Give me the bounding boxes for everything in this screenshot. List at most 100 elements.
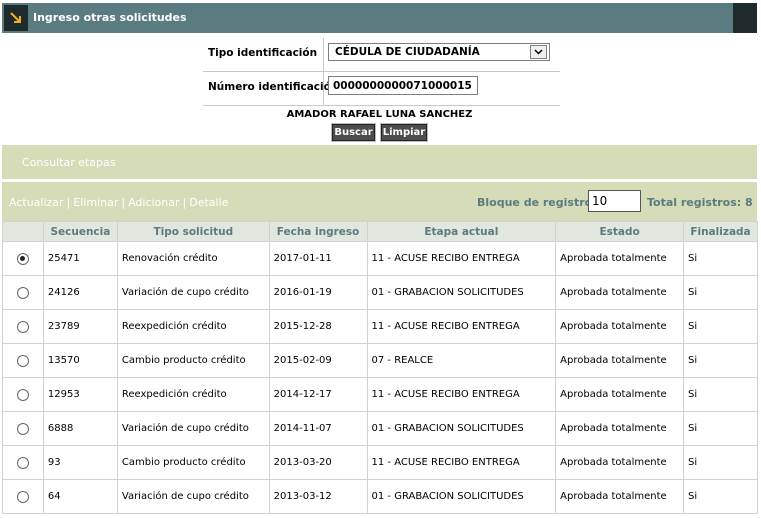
title-bar-end <box>733 3 757 33</box>
column-header-tipo-solicitud[interactable]: Tipo solicitud <box>116 221 270 242</box>
separator: | <box>182 196 187 209</box>
cell-etapa-actual: 11 - ACUSE RECIBO ENTREGA <box>367 377 557 412</box>
column-header-finalizada[interactable]: Finalizada <box>682 221 759 242</box>
cell-fecha-ingreso: 2014-11-07 <box>269 411 368 446</box>
cell-etapa-actual: 11 - ACUSE RECIBO ENTREGA <box>367 445 557 480</box>
person-name: AMADOR RAFAEL LUNA SANCHEZ <box>286 109 473 120</box>
grid-toolbar: Actualizar | Eliminar | Adicionar | Detalle Bl… <box>2 182 757 222</box>
section-header: Consultar etapas <box>2 145 757 179</box>
identification-form: Tipo identificación CÉDULA DE CIUDADANÍA… <box>203 38 560 106</box>
table-header-row: Secuencia Tipo solicitud Fecha ingreso E… <box>2 221 759 242</box>
cell-etapa-actual: 11 - ACUSE RECIBO ENTREGA <box>367 241 557 276</box>
cell-finalizada: Si <box>683 275 759 310</box>
detalle-link[interactable]: Detalle <box>189 196 228 209</box>
tipo-identificacion-row: Tipo identificación CÉDULA DE CIUDADANÍA <box>203 38 560 72</box>
table-row[interactable]: 6888 Variación de cupo crédito 2014-11-07 0… <box>2 411 759 446</box>
row-select-radio[interactable] <box>16 354 29 367</box>
row-select-cell <box>2 241 44 276</box>
cell-finalizada: Si <box>683 445 759 480</box>
cell-tipo-solicitud: Reexpedición crédito <box>117 309 270 344</box>
cell-etapa-actual: 01 - GRABACION SOLICITUDES <box>367 411 557 446</box>
cell-etapa-actual: 11 - ACUSE RECIBO ENTREGA <box>367 309 557 344</box>
table-row[interactable]: 12953 Reexpedición crédito 2014-12-17 11 - … <box>2 377 759 412</box>
table-row[interactable]: 24126 Variación de cupo crédito 2016-01-19… <box>2 275 759 310</box>
cell-secuencia: 23789 <box>43 309 118 344</box>
page-title: Ingreso otras solicitudes <box>33 11 187 24</box>
column-header-estado[interactable]: Estado <box>555 221 684 242</box>
row-select-radio[interactable] <box>16 490 29 503</box>
cell-fecha-ingreso: 2016-01-19 <box>269 275 368 310</box>
buscar-button[interactable]: Buscar <box>331 123 376 142</box>
section-title: Consultar etapas <box>22 156 116 169</box>
cell-finalizada: Si <box>683 377 759 412</box>
limpiar-button[interactable]: Limpiar <box>380 123 428 142</box>
row-divider <box>323 38 324 72</box>
table-row[interactable]: 23789 Reexpedición crédito 2015-12-28 11 - … <box>2 309 759 344</box>
row-divider <box>323 72 324 106</box>
cell-tipo-solicitud: Cambio producto crédito <box>117 343 270 378</box>
cell-fecha-ingreso: 2013-03-20 <box>269 445 368 480</box>
cell-tipo-solicitud: Renovación crédito <box>117 241 270 276</box>
grid-actions: Actualizar | Eliminar | Adicionar | Detalle <box>9 196 228 209</box>
cell-estado: Aprobada totalmente <box>555 377 684 412</box>
table-row[interactable]: 93 Cambio producto crédito 2013-03-20 11 - … <box>2 445 759 480</box>
chevron-down-icon[interactable] <box>530 45 547 59</box>
column-header-etapa-actual[interactable]: Etapa actual <box>366 221 557 242</box>
cell-secuencia: 6888 <box>43 411 118 446</box>
row-select-radio[interactable] <box>16 252 29 265</box>
row-select-cell <box>2 411 44 446</box>
cell-tipo-solicitud: Cambio producto crédito <box>117 445 270 480</box>
cell-estado: Aprobada totalmente <box>555 275 684 310</box>
cell-estado: Aprobada totalmente <box>555 343 684 378</box>
table-body: 25471 Renovación crédito 2017-01-11 11 - AC… <box>2 241 759 514</box>
cell-finalizada: Si <box>683 479 759 514</box>
cell-tipo-solicitud: Variación de cupo crédito <box>117 411 270 446</box>
row-select-radio[interactable] <box>16 320 29 333</box>
cell-tipo-solicitud: Variación de cupo crédito <box>117 275 270 310</box>
bloque-registros-input[interactable] <box>588 190 641 212</box>
cell-secuencia: 93 <box>43 445 118 480</box>
cell-fecha-ingreso: 2017-01-11 <box>269 241 368 276</box>
eliminar-link[interactable]: Eliminar <box>73 196 118 209</box>
adicionar-link[interactable]: Adicionar <box>128 196 179 209</box>
cell-tipo-solicitud: Variación de cupo crédito <box>117 479 270 514</box>
row-select-cell <box>2 479 44 514</box>
row-select-cell <box>2 343 44 378</box>
title-bar: Ingreso otras solicitudes <box>2 3 757 33</box>
bloque-registros-label: Bloque de registros: <box>477 196 604 209</box>
arrow-down-right-icon <box>4 5 28 31</box>
cell-secuencia: 13570 <box>43 343 118 378</box>
row-select-radio[interactable] <box>16 422 29 435</box>
tipo-identificacion-value: CÉDULA DE CIUDADANÍA <box>335 46 480 58</box>
numero-identificacion-label: Número identificación <box>208 81 339 93</box>
cell-finalizada: Si <box>683 241 759 276</box>
tipo-identificacion-select[interactable]: CÉDULA DE CIUDADANÍA <box>328 43 550 61</box>
cell-estado: Aprobada totalmente <box>555 445 684 480</box>
cell-secuencia: 24126 <box>43 275 118 310</box>
cell-fecha-ingreso: 2014-12-17 <box>269 377 368 412</box>
cell-etapa-actual: 01 - GRABACION SOLICITUDES <box>367 275 557 310</box>
column-header-secuencia[interactable]: Secuencia <box>42 221 118 242</box>
cell-fecha-ingreso: 2013-03-12 <box>269 479 368 514</box>
cell-tipo-solicitud: Reexpedición crédito <box>117 377 270 412</box>
column-header-fecha-ingreso[interactable]: Fecha ingreso <box>268 221 368 242</box>
cell-finalizada: Si <box>683 309 759 344</box>
cell-finalizada: Si <box>683 343 759 378</box>
row-select-radio[interactable] <box>16 388 29 401</box>
cell-fecha-ingreso: 2015-02-09 <box>269 343 368 378</box>
total-registros: Total registros: 8 <box>647 196 753 209</box>
actualizar-link[interactable]: Actualizar <box>9 196 64 209</box>
row-select-radio[interactable] <box>16 456 29 469</box>
cell-etapa-actual: 07 - REALCE <box>367 343 557 378</box>
numero-identificacion-row: Número identificación <box>203 72 560 106</box>
cell-fecha-ingreso: 2015-12-28 <box>269 309 368 344</box>
cell-secuencia: 25471 <box>43 241 118 276</box>
column-header <box>2 221 44 242</box>
table-row[interactable]: 13570 Cambio producto crédito 2015-02-09 07… <box>2 343 759 378</box>
cell-estado: Aprobada totalmente <box>555 479 684 514</box>
row-select-radio[interactable] <box>16 286 29 299</box>
table-row[interactable]: 64 Variación de cupo crédito 2013-03-12 01 … <box>2 479 759 514</box>
row-select-cell <box>2 377 44 412</box>
numero-identificacion-input[interactable] <box>328 76 478 95</box>
table-row[interactable]: 25471 Renovación crédito 2017-01-11 11 - AC… <box>2 241 759 276</box>
